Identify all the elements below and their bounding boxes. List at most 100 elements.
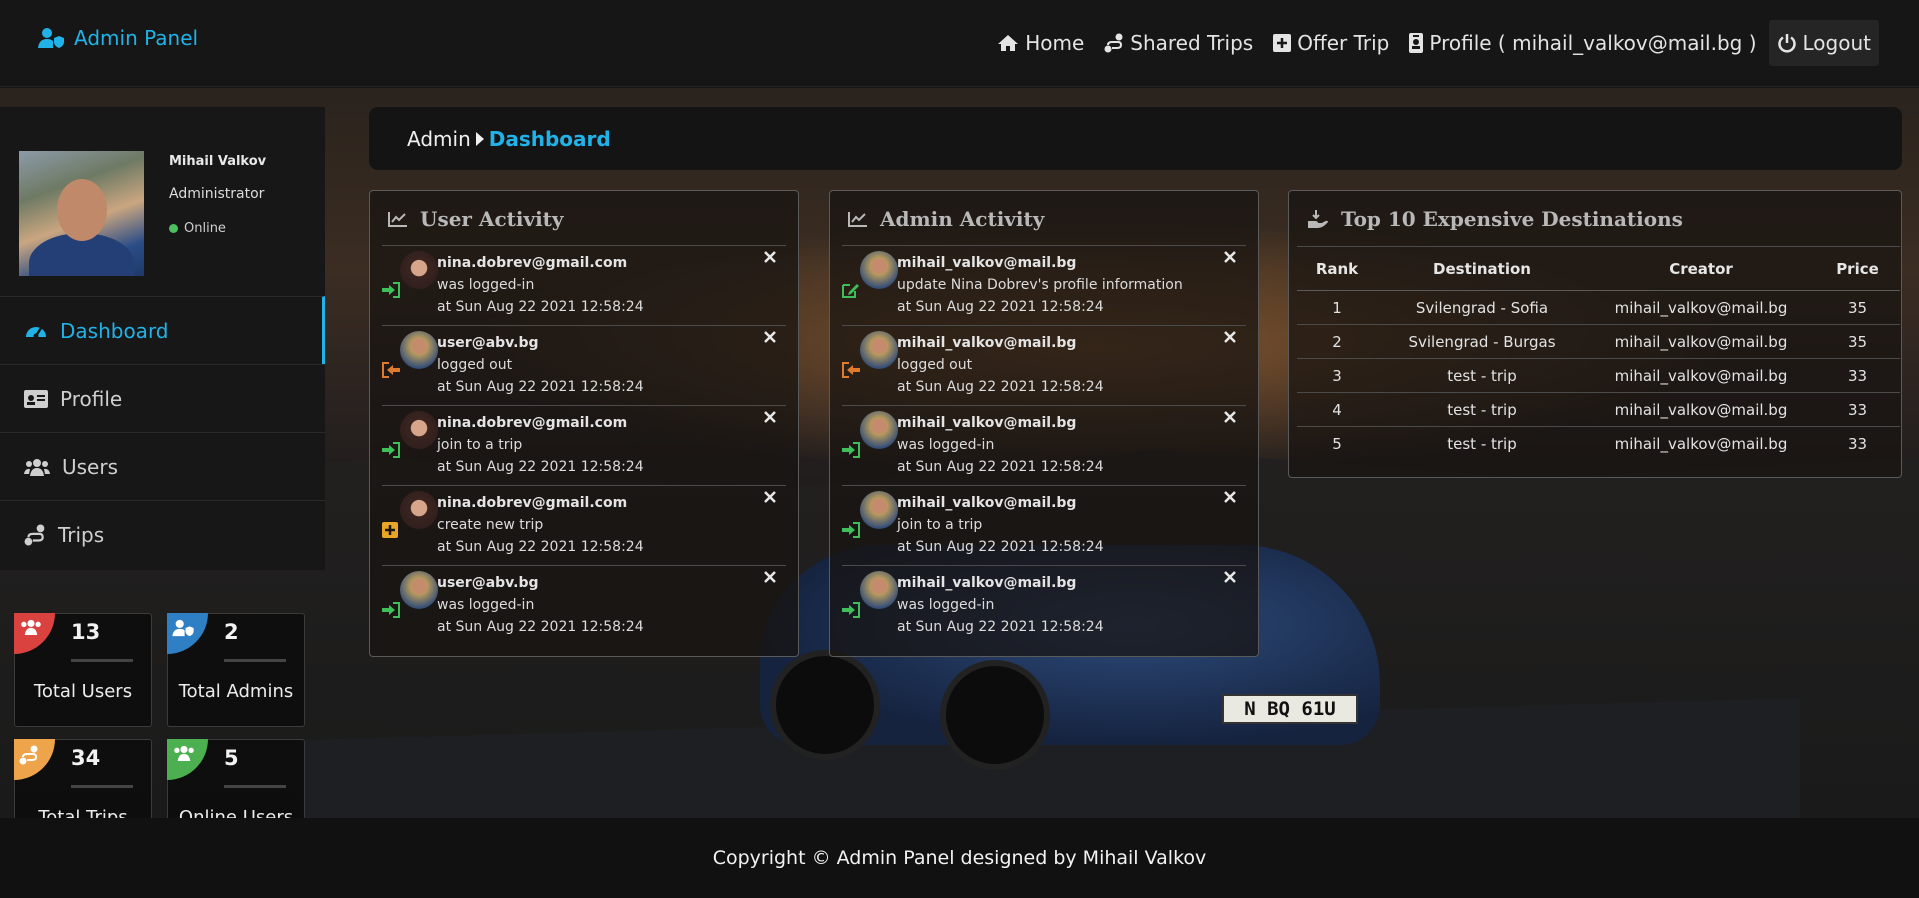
close-icon[interactable] [764, 251, 776, 263]
list-item: mihail_valkov@mail.bg update Nina Dobrev… [842, 246, 1246, 326]
column-header-price: Price [1815, 246, 1900, 291]
nav-home[interactable]: Home [997, 20, 1084, 66]
list-item: mihail_valkov@mail.bg logged out at Sun … [842, 326, 1246, 406]
caret-right-icon [475, 131, 484, 146]
panel-title-label: User Activity [420, 207, 564, 231]
avatar [860, 411, 898, 449]
stat-label: Total Admins [178, 681, 294, 702]
admin-activity-panel: Admin Activity mihail_valkov@mail.bg upd… [829, 190, 1259, 657]
user-shield-icon [172, 619, 194, 637]
user-shield-icon [38, 28, 64, 48]
stat-divider [71, 785, 133, 788]
avatar [400, 331, 438, 369]
close-icon[interactable] [1224, 251, 1236, 263]
nav-shared-trips[interactable]: Shared Trips [1104, 20, 1253, 66]
users-icon [21, 619, 41, 635]
brand[interactable]: Admin Panel [38, 26, 198, 50]
avatar [400, 571, 438, 609]
close-icon[interactable] [764, 491, 776, 503]
cell-price: 35 [1815, 290, 1900, 325]
list-item: nina.dobrev@gmail.com join to a trip at … [382, 406, 786, 486]
cell-destination: test - trip [1377, 358, 1587, 393]
activity-time: at Sun Aug 22 2021 12:58:24 [437, 619, 644, 635]
chart-line-icon [388, 212, 407, 227]
sidebar-item-dashboard[interactable]: Dashboard [0, 296, 325, 364]
nav-profile[interactable]: Profile ( mihail_valkov@mail.bg ) [1409, 20, 1757, 66]
sign-in-icon [842, 522, 860, 538]
sign-in-icon [382, 282, 400, 298]
stat-label: Total Users [33, 681, 133, 702]
activity-email: mihail_valkov@mail.bg [897, 415, 1077, 431]
panel-title-label: Top 10 Expensive Destinations [1341, 207, 1683, 231]
panel-title: Admin Activity [848, 207, 1044, 231]
list-item: nina.dobrev@gmail.com create new trip at… [382, 486, 786, 566]
close-icon[interactable] [1224, 411, 1236, 423]
avatar [860, 491, 898, 529]
list-item: mihail_valkov@mail.bg join to a trip at … [842, 486, 1246, 566]
stat-value: 34 [71, 746, 101, 770]
close-icon[interactable] [1224, 571, 1236, 583]
cell-destination: test - trip [1377, 392, 1587, 427]
logout-button[interactable]: Logout [1768, 20, 1879, 66]
nav-offer-trip[interactable]: Offer Trip [1273, 20, 1389, 66]
activity-email: mihail_valkov@mail.bg [897, 335, 1077, 351]
route-icon [24, 524, 45, 545]
cell-price: 33 [1815, 392, 1900, 427]
activity-time: at Sun Aug 22 2021 12:58:24 [437, 299, 644, 315]
panel-title: User Activity [388, 207, 564, 231]
user-name: Mihail Valkov [169, 154, 267, 169]
nav-profile-label: Profile ( mihail_valkov@mail.bg ) [1429, 31, 1757, 55]
online-dot-icon [169, 224, 178, 233]
sidebar-item-label: Trips [58, 522, 105, 547]
sidebar-item-profile[interactable]: Profile [0, 364, 325, 432]
breadcrumb-parent[interactable]: Admin [407, 127, 471, 151]
user-activity-list: nina.dobrev@gmail.com was logged-in at S… [382, 245, 786, 646]
footer: Copyright © Admin Panel designed by Miha… [0, 818, 1919, 898]
sidebar-item-label: Dashboard [60, 318, 169, 343]
sign-in-icon [842, 602, 860, 618]
activity-action: update Nina Dobrev's profile information [897, 277, 1183, 293]
cell-destination: Svilengrad - Burgas [1377, 324, 1587, 359]
avatar [860, 331, 898, 369]
stat-value: 2 [224, 620, 239, 644]
close-icon[interactable] [1224, 331, 1236, 343]
cell-creator: mihail_valkov@mail.bg [1587, 358, 1815, 393]
list-item: user@abv.bg was logged-in at Sun Aug 22 … [382, 566, 786, 646]
avatar-face [57, 179, 107, 241]
column-header-destination: Destination [1377, 246, 1587, 291]
cell-creator: mihail_valkov@mail.bg [1587, 392, 1815, 427]
close-icon[interactable] [764, 571, 776, 583]
car-wheel [770, 650, 880, 760]
activity-action: was logged-in [897, 597, 995, 613]
edit-icon [842, 284, 859, 298]
activity-email: nina.dobrev@gmail.com [437, 415, 628, 431]
activity-action: logged out [437, 357, 513, 373]
user-role: Administrator [169, 186, 265, 202]
cell-destination: Svilengrad - Sofia [1377, 290, 1587, 325]
nav-offer-trip-label: Offer Trip [1297, 31, 1390, 55]
stat-value: 5 [224, 746, 239, 770]
stat-corner [167, 739, 208, 780]
car-wheel [940, 660, 1050, 770]
footer-copyright: Copyright © Admin Panel designed by Miha… [712, 847, 1207, 869]
close-icon[interactable] [1224, 491, 1236, 503]
close-icon[interactable] [764, 331, 776, 343]
close-icon[interactable] [764, 411, 776, 423]
activity-action: join to a trip [897, 517, 983, 533]
plus-square-icon [1273, 34, 1292, 52]
sidebar-item-users[interactable]: Users [0, 432, 325, 500]
table-row: 3 test - trip mihail_valkov@mail.bg 33 [1297, 358, 1900, 393]
activity-time: at Sun Aug 22 2021 12:58:24 [437, 459, 644, 475]
avatar [400, 491, 438, 529]
stat-corner [14, 739, 55, 780]
activity-action: was logged-in [897, 437, 995, 453]
cell-rank: 1 [1297, 290, 1377, 325]
activity-email: mihail_valkov@mail.bg [897, 255, 1077, 271]
table-row: 4 test - trip mihail_valkov@mail.bg 33 [1297, 392, 1900, 427]
sign-out-icon [842, 362, 860, 378]
table-row: 2 Svilengrad - Burgas mihail_valkov@mail… [1297, 324, 1900, 359]
sidebar-item-trips[interactable]: Trips [0, 500, 325, 568]
top-destinations-panel: Top 10 Expensive Destinations Rank Desti… [1288, 190, 1902, 478]
stat-value: 13 [71, 620, 101, 644]
activity-time: at Sun Aug 22 2021 12:58:24 [897, 619, 1104, 635]
